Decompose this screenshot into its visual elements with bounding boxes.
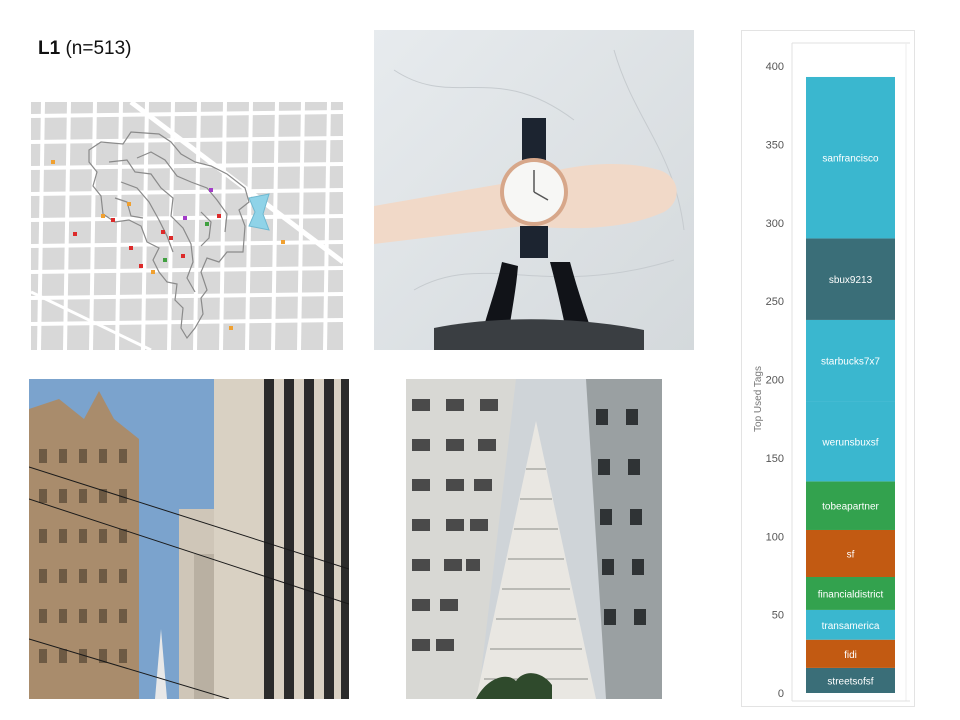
tag-stacked-bar-chart: Top Used Tags 0 50 100 150 200 250 300 350 400 s…: [753, 42, 910, 702]
y-tick-label: 50: [772, 610, 784, 622]
segment-label: tobeapartner: [822, 502, 879, 513]
historic-building-photo: [29, 379, 349, 699]
segment-label: streetsofsf: [827, 676, 873, 687]
y-tick-label: 150: [766, 453, 784, 465]
segment-label: transamerica: [822, 621, 880, 632]
y-tick-label: 100: [766, 531, 784, 543]
segment-label: sbux9213: [829, 275, 873, 286]
wrist-watch-illustration: [374, 30, 694, 350]
segment-label: fidi: [844, 650, 857, 661]
tag-chart-frame: Top Used Tags 0 50 100 150 200 250 300 350 400 s…: [741, 30, 915, 707]
y-tick-label: 250: [766, 296, 784, 308]
y-axis-ticks: 0 50 100 150 200 250 300 350 400: [766, 61, 784, 700]
street-grid: [31, 102, 343, 350]
y-tick-label: 200: [766, 375, 784, 387]
route-map-svg: [31, 102, 343, 350]
historic-building-illustration: [29, 379, 349, 699]
y-tick-label: 0: [778, 688, 784, 700]
page-title: L1 (n=513): [38, 38, 132, 60]
title-count: (n=513): [65, 38, 132, 59]
map-highlight-area: [248, 193, 270, 231]
y-axis-title: Top Used Tags: [753, 366, 764, 432]
segment-label: financialdistrict: [818, 589, 884, 600]
wrist-watch-photo: [374, 30, 694, 350]
y-tick-label: 300: [766, 218, 784, 230]
y-tick-label: 400: [766, 61, 784, 73]
segment-label: starbucks7x7: [821, 357, 880, 368]
segment-label: sf: [847, 549, 855, 560]
stacked-bar: [806, 76, 895, 693]
y-tick-label: 350: [766, 139, 784, 151]
route-map: [31, 102, 343, 350]
title-label: L1: [38, 38, 61, 59]
pyramid-illustration: [406, 379, 662, 699]
transamerica-pyramid-photo: [406, 379, 662, 699]
segment-label: werunsbuxsf: [821, 437, 878, 448]
segment-label: sanfrancisco: [822, 154, 879, 165]
